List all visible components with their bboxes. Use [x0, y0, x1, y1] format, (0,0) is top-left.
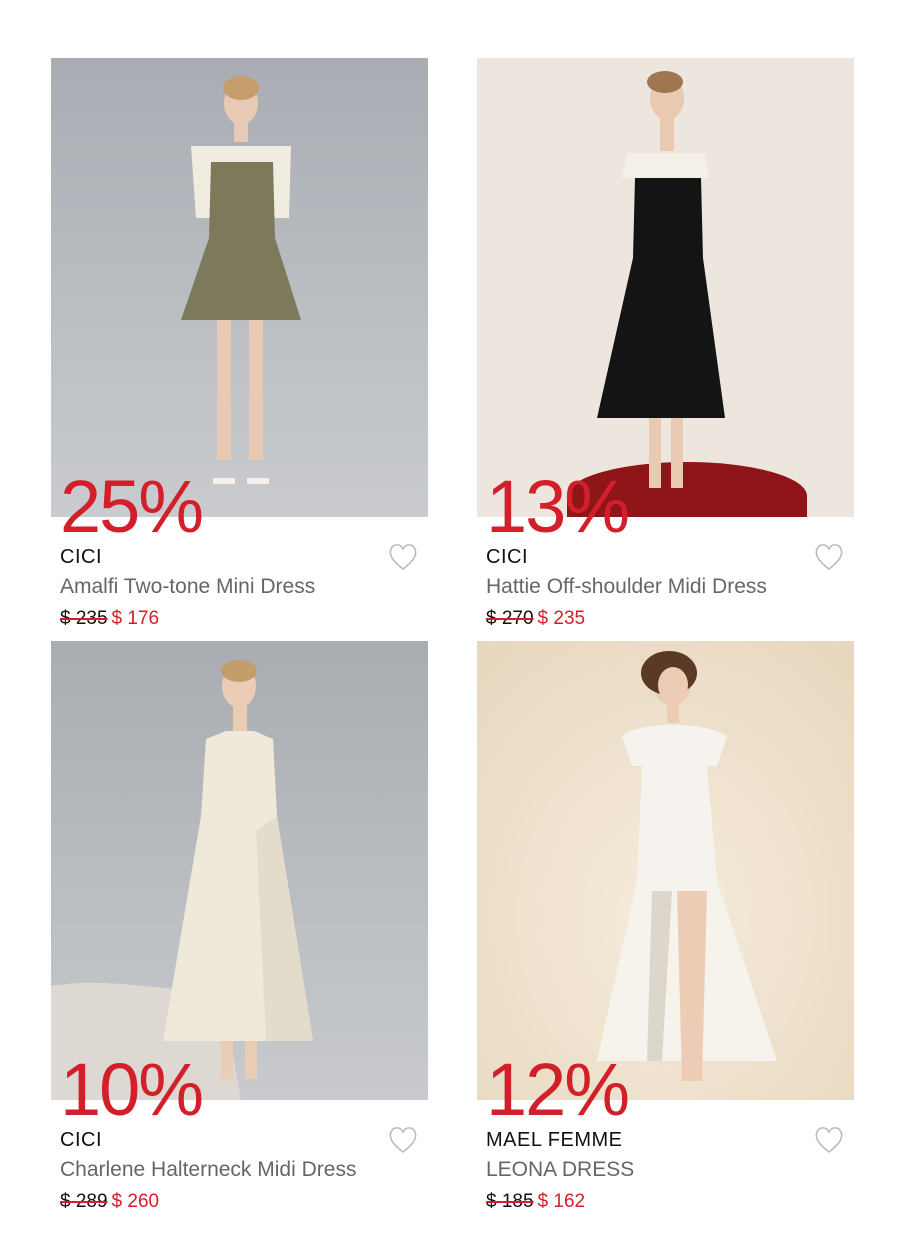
- discount-badge: 12%: [486, 1048, 630, 1131]
- discount-badge: 10%: [60, 1048, 204, 1131]
- product-photo[interactable]: [51, 641, 428, 1100]
- sale-price: $ 162: [537, 1191, 586, 1212]
- price-row: $ 270 $ 235: [486, 608, 585, 630]
- product-name[interactable]: Charlene Halterneck Midi Dress: [60, 1158, 356, 1182]
- discount-badge: 25%: [60, 465, 204, 548]
- heart-outline-icon[interactable]: [813, 1125, 845, 1155]
- product-card[interactable]: 13% CICI Hattie Off-shoulder Midi Dress …: [477, 58, 854, 648]
- original-price: $ 185: [486, 1191, 534, 1212]
- sale-price: $ 176: [111, 608, 160, 629]
- heart-outline-icon[interactable]: [387, 1125, 419, 1155]
- sale-price: $ 235: [537, 608, 586, 629]
- original-price: $ 235: [60, 608, 108, 629]
- product-photo[interactable]: [51, 58, 428, 517]
- heart-outline-icon[interactable]: [387, 542, 419, 572]
- product-photo[interactable]: [477, 58, 854, 517]
- sale-price: $ 260: [111, 1191, 160, 1212]
- price-row: $ 289 $ 260: [60, 1191, 159, 1213]
- product-card[interactable]: 25% CICI Amalfi Two-tone Mini Dress $ 23…: [51, 58, 428, 648]
- product-photo[interactable]: [477, 641, 854, 1100]
- original-price: $ 270: [486, 608, 534, 629]
- original-price: $ 289: [60, 1191, 108, 1212]
- brand-name: MAEL FEMME: [486, 1129, 623, 1151]
- product-card[interactable]: 12% MAEL FEMME LEONA DRESS $ 185 $ 162: [477, 641, 854, 1231]
- price-row: $ 235 $ 176: [60, 608, 159, 630]
- heart-outline-icon[interactable]: [813, 542, 845, 572]
- discount-badge: 13%: [486, 465, 630, 548]
- product-name[interactable]: LEONA DRESS: [486, 1158, 634, 1182]
- brand-name: CICI: [60, 546, 102, 568]
- product-name[interactable]: Amalfi Two-tone Mini Dress: [60, 575, 315, 599]
- brand-name: CICI: [60, 1129, 102, 1151]
- price-row: $ 185 $ 162: [486, 1191, 585, 1213]
- product-card[interactable]: 10% CICI Charlene Halterneck Midi Dress …: [51, 641, 428, 1231]
- brand-name: CICI: [486, 546, 528, 568]
- product-name[interactable]: Hattie Off-shoulder Midi Dress: [486, 575, 767, 599]
